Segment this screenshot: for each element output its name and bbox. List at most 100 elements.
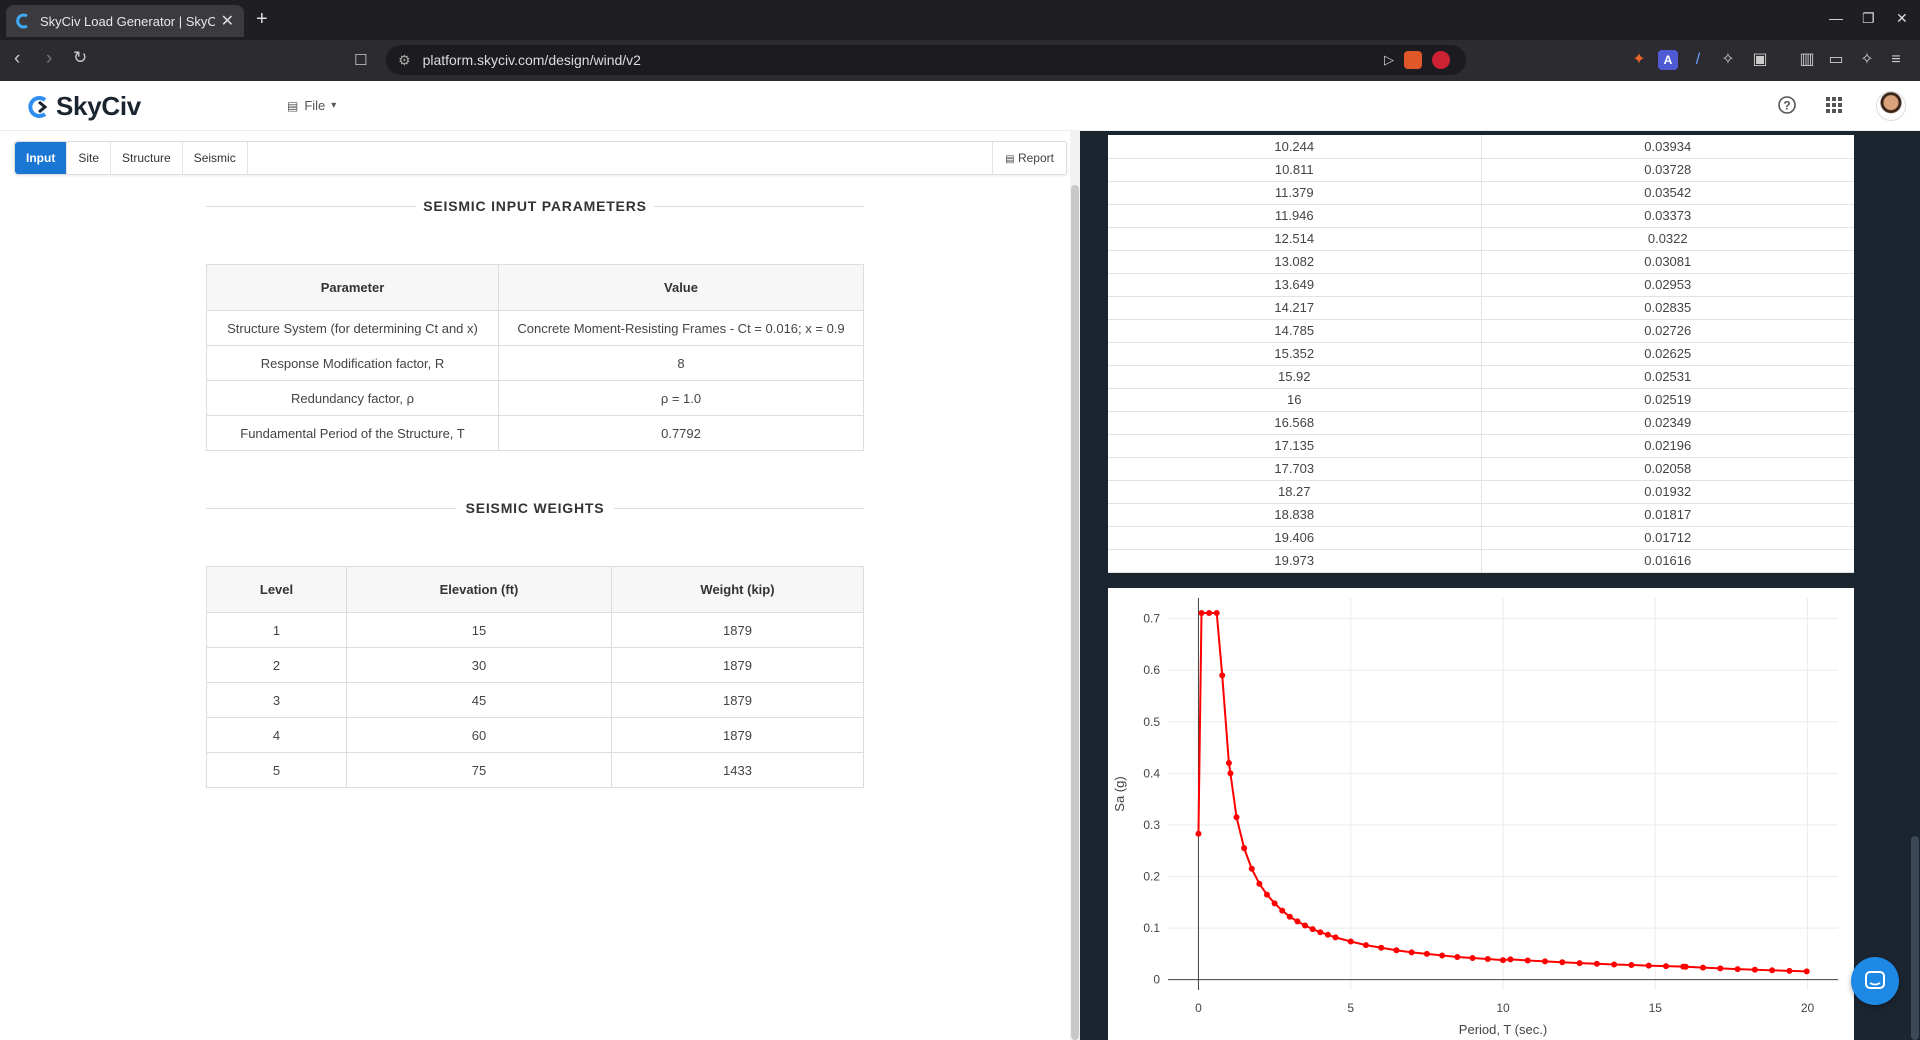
data-point — [1241, 845, 1248, 852]
spectrum-row: 18.27 0.01932 — [1108, 480, 1854, 504]
period-cell: 17.135 — [1108, 434, 1482, 458]
spectrum-row: 10.811 0.03728 — [1108, 158, 1854, 182]
leo-ai-icon[interactable]: ✧ — [1857, 50, 1877, 70]
data-point — [1469, 955, 1476, 962]
data-point — [1734, 966, 1741, 973]
user-avatar[interactable] — [1876, 91, 1906, 121]
skyciv-favicon-icon — [16, 13, 28, 29]
new-tab-icon[interactable]: + — [256, 8, 268, 31]
y-tick-label: 0.7 — [1143, 612, 1160, 626]
browser-menu-icon[interactable]: ≡ — [1886, 50, 1906, 70]
sa-cell: 0.03728 — [1481, 158, 1854, 182]
share-icon[interactable]: ▷ — [1384, 52, 1394, 68]
data-point — [1271, 900, 1278, 907]
data-point — [1593, 960, 1600, 967]
level-cell: 3 — [206, 682, 347, 718]
file-menu[interactable]: ▤ File ▾ — [287, 98, 336, 113]
extensions-puzzle-icon[interactable]: ✧ — [1718, 50, 1738, 70]
extension-ai-icon[interactable]: / — [1688, 50, 1708, 70]
close-window-icon[interactable]: ✕ — [1896, 10, 1908, 27]
y-tick-label: 0.5 — [1143, 715, 1160, 729]
y-tick-label: 0.4 — [1143, 766, 1160, 780]
spectrum-row: 18.838 0.01817 — [1108, 503, 1854, 527]
data-point — [1362, 942, 1369, 949]
wallet-icon[interactable]: ▭ — [1826, 50, 1846, 70]
x-tick-label: 10 — [1496, 1001, 1510, 1015]
extension-a-icon[interactable]: A — [1658, 50, 1678, 70]
site-settings-icon[interactable]: ⚙ — [398, 52, 411, 69]
elevation-cell: 45 — [346, 682, 612, 718]
right-scrollbar-thumb[interactable] — [1911, 836, 1919, 1040]
report-button[interactable]: ▤ Report — [992, 142, 1066, 174]
seismic-weights-title: SEISMIC WEIGHTS — [206, 500, 864, 516]
weight-cell: 1433 — [611, 752, 864, 788]
x-tick-label: 0 — [1195, 1001, 1202, 1015]
data-point — [1628, 962, 1635, 969]
brave-shields-icon[interactable] — [1404, 51, 1422, 69]
column-header: Parameter — [206, 264, 499, 311]
forward-icon[interactable]: › — [46, 48, 52, 70]
brave-rewards-icon[interactable] — [1432, 51, 1450, 69]
browser-tab[interactable]: SkyCiv Load Generator | SkyCiv ✕ — [6, 5, 244, 37]
parameter-cell: Structure System (for determining Ct and… — [206, 310, 499, 346]
table-row: 3 45 1879 — [206, 682, 864, 718]
response-spectrum-table: 10.244 0.03934 10.811 0.03728 11.379 0.03542 1… — [1108, 135, 1854, 573]
y-tick-label: 0.6 — [1143, 663, 1160, 677]
bookmark-icon[interactable]: ☐ — [354, 51, 367, 69]
sa-cell: 0.03542 — [1481, 181, 1854, 205]
data-point — [1317, 929, 1324, 936]
sa-cell: 0.02196 — [1481, 434, 1854, 458]
left-scrollbar-thumb[interactable] — [1071, 185, 1079, 1040]
period-cell: 18.838 — [1108, 503, 1482, 527]
data-point — [1786, 967, 1793, 974]
url-text: platform.skyciv.com/design/wind/v2 — [422, 52, 641, 68]
data-point — [1393, 947, 1400, 954]
tab-close-icon[interactable]: ✕ — [221, 11, 234, 31]
y-tick-label: 0.2 — [1143, 870, 1160, 884]
document-icon: ▤ — [1005, 154, 1015, 165]
extension-fox-icon[interactable]: ✦ — [1629, 50, 1649, 70]
reload-icon[interactable]: ↻ — [73, 48, 87, 68]
minimize-icon[interactable]: — — [1829, 10, 1843, 26]
data-point — [1645, 962, 1652, 969]
sa-cell: 0.02519 — [1481, 388, 1854, 412]
tab-input[interactable]: Input — [15, 142, 68, 174]
report-label: Report — [1017, 151, 1054, 165]
seismic-weights-table: Level Elevation (ft) Weight (kip) 1 15 1… — [206, 566, 864, 788]
tab-seismic[interactable]: Seismic — [183, 142, 248, 174]
chat-support-button[interactable] — [1851, 957, 1899, 1005]
tab-site[interactable]: Site — [67, 142, 112, 174]
period-cell: 14.785 — [1108, 319, 1482, 343]
weight-cell: 1879 — [611, 612, 864, 648]
address-bar[interactable]: ⚙ platform.skyciv.com/design/wind/v2 ▷ — [386, 45, 1466, 75]
skyciv-logo[interactable]: SkyCiv — [26, 91, 141, 122]
value-cell: 0.7792 — [498, 415, 864, 451]
data-point — [1324, 931, 1331, 938]
data-point — [1611, 961, 1618, 968]
x-tick-label: 5 — [1347, 1001, 1354, 1015]
tab-structure[interactable]: Structure — [111, 142, 183, 174]
weight-cell: 1879 — [611, 682, 864, 718]
apps-grid-icon[interactable] — [1824, 95, 1844, 115]
sidebar-icon[interactable]: ▥ — [1797, 50, 1817, 70]
spectrum-row: 13.082 0.03081 — [1108, 250, 1854, 274]
elevation-cell: 30 — [346, 647, 612, 683]
right-scrollbar-track[interactable] — [1910, 131, 1920, 1040]
back-icon[interactable]: ‹ — [14, 48, 20, 70]
sa-cell: 0.03373 — [1481, 204, 1854, 228]
period-cell: 12.514 — [1108, 227, 1482, 251]
spectrum-row: 15.92 0.02531 — [1108, 365, 1854, 389]
level-cell: 2 — [206, 647, 347, 683]
data-point — [1541, 958, 1548, 965]
y-axis-label: Sa (g) — [1112, 776, 1127, 811]
period-cell: 14.217 — [1108, 296, 1482, 320]
subtab-bar: Input Site Structure Seismic ▤ Report — [14, 141, 1067, 175]
elevation-cell: 60 — [346, 717, 612, 753]
help-icon[interactable]: ? — [1777, 95, 1797, 115]
screenshot-icon[interactable]: ▣ — [1750, 50, 1770, 70]
data-point — [1803, 968, 1810, 975]
restore-icon[interactable]: ❐ — [1862, 10, 1875, 27]
column-header: Weight (kip) — [611, 566, 864, 613]
data-point — [1206, 609, 1213, 616]
spectrum-row: 16 0.02519 — [1108, 388, 1854, 412]
